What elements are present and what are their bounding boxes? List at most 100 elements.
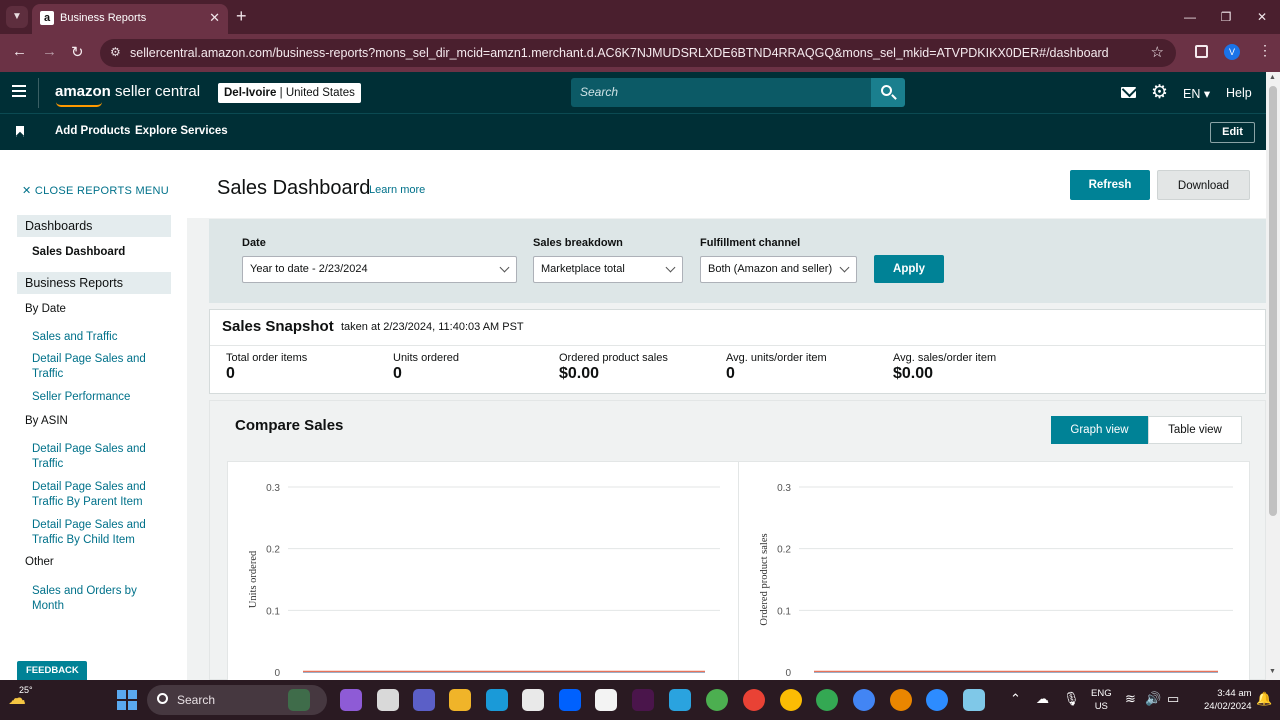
- chrome-profile-icon[interactable]: [816, 689, 838, 711]
- clock[interactable]: 3:44 am 24/02/2024: [1204, 687, 1252, 713]
- battery-icon[interactable]: ▭: [1167, 691, 1179, 707]
- metric-value: 0: [726, 365, 735, 382]
- fulfillment-channel-select[interactable]: Both (Amazon and seller): [700, 256, 857, 283]
- explore-services-link[interactable]: Explore Services: [135, 125, 228, 137]
- zoom-icon[interactable]: [926, 689, 948, 711]
- chrome-active-icon[interactable]: [853, 689, 875, 711]
- telegram-icon[interactable]: [669, 689, 691, 711]
- y-tick-label: 0.2: [777, 545, 791, 556]
- search-button[interactable]: [871, 78, 905, 107]
- chrome-profile-icon[interactable]: [743, 689, 765, 711]
- metric-label: Avg. units/order item: [726, 352, 827, 364]
- feedback-button[interactable]: FEEDBACK ✕: [17, 661, 87, 696]
- sidebar-link-seller-performance[interactable]: Seller Performance: [32, 390, 157, 405]
- close-reports-menu[interactable]: ✕ CLOSE REPORTS MENU: [22, 184, 169, 197]
- language-selector[interactable]: EN ▾: [1183, 86, 1210, 101]
- help-link[interactable]: Help: [1226, 86, 1252, 100]
- browser-menu-icon[interactable]: ⋮: [1258, 42, 1272, 59]
- chrome-profile-icon[interactable]: [890, 689, 912, 711]
- keyboard-language[interactable]: ENG US: [1091, 687, 1112, 713]
- scenery-widget-icon[interactable]: [288, 689, 310, 711]
- amazon-app-icon[interactable]: [595, 689, 617, 711]
- site-info-icon[interactable]: ⚙: [110, 45, 121, 59]
- browser-tab[interactable]: a Business Reports ✕: [32, 4, 228, 34]
- page-scrollbar[interactable]: ▲ ▼: [1266, 72, 1280, 680]
- reload-icon[interactable]: ↻: [71, 43, 84, 61]
- taskbar-search-label: Search: [177, 693, 216, 707]
- metric-value: $0.00: [559, 365, 600, 382]
- sidebar-section-business-reports: Business Reports: [17, 272, 171, 294]
- metric-total-order-items: Total order items 0: [226, 352, 307, 383]
- apply-button[interactable]: Apply: [874, 255, 944, 283]
- sidebar-link-detail-page-sales-traffic[interactable]: Detail Page Sales and Traffic: [32, 352, 157, 382]
- y-tick-label: 0.1: [777, 606, 791, 617]
- search-icon: [881, 85, 892, 96]
- microphone-icon[interactable]: 🎙: [1063, 691, 1080, 707]
- wifi-icon[interactable]: ≋: [1125, 691, 1136, 707]
- chrome-profile-icon[interactable]: [706, 689, 728, 711]
- logo-bold-text: amazon: [55, 83, 111, 100]
- side-panel-icon[interactable]: [1195, 45, 1208, 58]
- seller-central-logo[interactable]: amazon seller central: [55, 83, 200, 100]
- window-close-icon[interactable]: ✕: [1244, 0, 1280, 34]
- learn-more-link[interactable]: Learn more: [369, 184, 425, 196]
- graph-view-button[interactable]: Graph view: [1051, 416, 1148, 444]
- close-menu-label: CLOSE REPORTS MENU: [34, 185, 170, 197]
- chrome-profile-icon[interactable]: [780, 689, 802, 711]
- minimize-icon[interactable]: —: [1172, 0, 1208, 34]
- sidebar-link-sales-and-traffic[interactable]: Sales and Traffic: [32, 330, 157, 345]
- date-select[interactable]: Year to date - 2/23/2024: [242, 256, 517, 283]
- hamburger-menu-icon[interactable]: [12, 85, 26, 97]
- microsoft-store-icon[interactable]: [522, 689, 544, 711]
- bookmark-star-icon[interactable]: ☆: [1151, 43, 1164, 61]
- copilot-icon[interactable]: [340, 689, 362, 711]
- tab-search-chevron-icon[interactable]: ▼: [6, 6, 28, 28]
- sidebar-link-asin-child-item[interactable]: Detail Page Sales and Traffic By Child I…: [32, 518, 157, 548]
- sales-breakdown-select[interactable]: Marketplace total: [533, 256, 683, 283]
- back-arrow-icon[interactable]: ←: [12, 43, 27, 60]
- scroll-up-icon[interactable]: ▲: [1269, 74, 1276, 81]
- new-tab-icon[interactable]: +: [236, 6, 247, 27]
- metric-ordered-product-sales: Ordered product sales $0.00: [559, 352, 668, 383]
- mail-icon[interactable]: [1121, 87, 1136, 98]
- windows-start-icon[interactable]: [117, 690, 137, 710]
- slack-icon[interactable]: [632, 689, 654, 711]
- show-hidden-icons-chevron-icon[interactable]: ⌃: [1010, 691, 1021, 707]
- teams-chat-icon[interactable]: [413, 689, 435, 711]
- bookmark-icon[interactable]: [16, 126, 24, 137]
- volume-icon[interactable]: 🔊: [1145, 691, 1161, 707]
- store-switcher[interactable]: Del-Ivoire | United States: [218, 83, 361, 103]
- metric-units-ordered: Units ordered 0: [393, 352, 459, 383]
- add-products-link[interactable]: Add Products: [55, 125, 130, 137]
- sidebar-link-asin-detail-page[interactable]: Detail Page Sales and Traffic: [32, 442, 157, 472]
- table-view-button[interactable]: Table view: [1148, 416, 1242, 444]
- tab-close-icon[interactable]: ✕: [209, 10, 220, 26]
- edit-button[interactable]: Edit: [1210, 122, 1255, 143]
- edge-browser-icon[interactable]: [486, 689, 508, 711]
- y-tick-label: 0.1: [266, 606, 280, 617]
- reports-sidebar: ✕ CLOSE REPORTS MENU Dashboards Sales Da…: [0, 150, 187, 680]
- url-field[interactable]: ⚙ sellercentral.amazon.com/business-repo…: [100, 39, 1176, 67]
- notepad-icon[interactable]: [963, 689, 985, 711]
- refresh-button[interactable]: Refresh: [1070, 170, 1150, 200]
- sidebar-section-dashboards: Dashboards: [17, 215, 171, 237]
- search-input[interactable]: Search: [571, 78, 871, 107]
- task-view-icon[interactable]: [377, 689, 399, 711]
- gear-icon[interactable]: ⚙: [1151, 81, 1168, 104]
- forward-arrow-icon[interactable]: →: [42, 43, 57, 60]
- profile-avatar[interactable]: V: [1224, 44, 1240, 60]
- sidebar-link-sales-orders-month[interactable]: Sales and Orders by Month: [32, 584, 157, 614]
- file-explorer-icon[interactable]: [449, 689, 471, 711]
- dropbox-icon[interactable]: [559, 689, 581, 711]
- scroll-down-icon[interactable]: ▼: [1269, 668, 1276, 675]
- scroll-thumb[interactable]: [1269, 86, 1277, 516]
- sidebar-item-sales-dashboard[interactable]: Sales Dashboard: [32, 246, 125, 258]
- cloud-sync-icon[interactable]: ☁: [1036, 691, 1049, 707]
- metric-value: 0: [393, 365, 402, 382]
- metric-label: Total order items: [226, 352, 308, 364]
- browser-tab-bar: ▼ a Business Reports ✕ + — ❐ ✕: [0, 0, 1280, 34]
- download-button[interactable]: Download: [1157, 170, 1250, 200]
- restore-icon[interactable]: ❐: [1208, 0, 1244, 34]
- notifications-icon[interactable]: 🔔: [1256, 691, 1272, 707]
- sidebar-link-asin-parent-item[interactable]: Detail Page Sales and Traffic By Parent …: [32, 480, 157, 510]
